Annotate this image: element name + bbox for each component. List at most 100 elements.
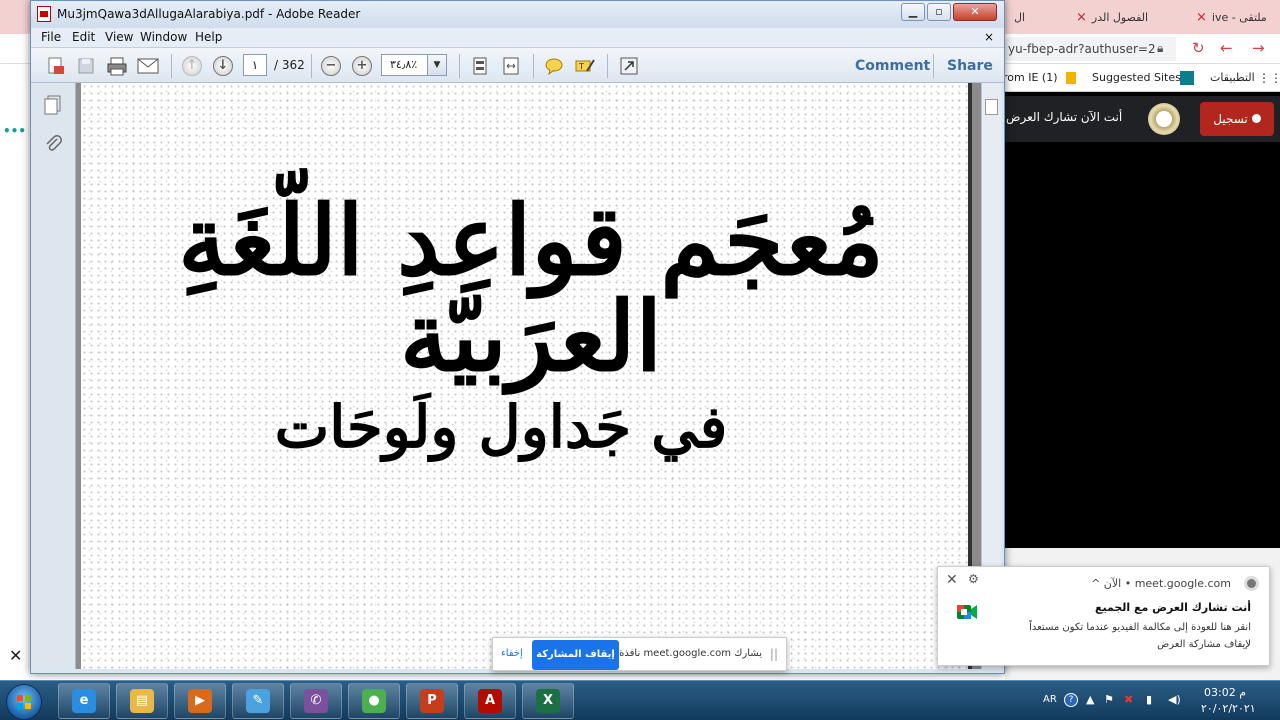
reload-icon[interactable]: ↻ [1192,39,1205,57]
flag-icon[interactable]: ⚑ [1104,693,1118,707]
document-close-button[interactable]: × [984,30,994,44]
forward-arrow-icon[interactable]: → [1252,39,1265,57]
taskbar-app-file-explorer[interactable]: ▤ [116,683,168,719]
hide-button[interactable]: إخفاء [501,648,523,659]
share-pane-button[interactable]: Share [947,58,993,74]
tab-label: الفصول الدر [1091,10,1149,24]
lock-icon: 🔒︎ [1157,41,1164,55]
email-icon[interactable] [136,54,160,78]
taskbar-app-excel[interactable]: X [522,683,574,719]
highlight-text-icon[interactable]: T [573,54,597,78]
close-icon[interactable]: × [1196,10,1207,25]
page-thumbnails-icon[interactable] [44,95,62,118]
help-icon[interactable]: ? [1064,693,1078,707]
internet-explorer-icon: e [72,689,96,713]
folder-icon [1066,72,1076,84]
chrome-tab-1[interactable]: ملتقى - ive × [1190,4,1273,30]
comment-pane-button[interactable]: Comment [855,58,930,74]
presenting-text: أنت الآن تشارك العرض [1006,110,1123,124]
security-icon[interactable]: ✖ [1124,693,1138,707]
left-side-strip: ••• [0,64,32,548]
show-hidden-icons-icon[interactable]: ▲ [1086,693,1100,707]
windows-taskbar: e ▤ ▶ ✎ ✆ ● P A X AR ? ▲ ⚑ ✖ ▮ ◀) م 03:02 ٢٠/٠٢/… [0,680,1280,720]
apps-grid-icon[interactable]: ⋮⋮ [1258,71,1280,85]
navigation-pane [31,83,76,669]
clock-time[interactable]: م 03:02 [1204,686,1246,699]
menu-view[interactable]: View [105,30,133,44]
chevron-down-icon[interactable]: ▼ [427,55,446,75]
page-number-input[interactable]: ١ [243,54,267,76]
pdf-page: مُعجَم قواعِدِ اللّغَةِ العرَبيّة في جَد… [81,83,971,669]
volume-icon[interactable]: ◀) [1168,693,1182,707]
page-total: / 362 [274,58,305,72]
close-icon[interactable]: ✕ [9,646,22,665]
print-icon[interactable] [105,54,129,78]
save-icon[interactable] [74,54,98,78]
zoom-in-icon[interactable]: + [350,54,374,78]
start-button[interactable] [6,684,42,720]
taskbar-app-chrome[interactable]: ● [348,683,400,719]
minimize-button[interactable]: ▁ [901,3,925,21]
previous-page-icon[interactable]: ↑ [180,54,204,78]
fit-page-icon[interactable] [468,54,492,78]
next-page-icon[interactable]: ↓ [211,54,235,78]
gear-icon[interactable]: ⚙ [968,572,979,586]
clock-date[interactable]: ٢٠/٠٢/٢٠٢١ [1201,702,1256,715]
drag-handle-icon[interactable]: || [770,647,778,661]
adobe-reader-window: Mu3jmQawa3dAllugaAlarabiya.pdf - Adobe R… [30,0,1005,674]
address-bar[interactable]: yu-fbep-adr?authuser=2 [1000,37,1176,61]
close-icon[interactable]: × [1076,10,1087,25]
fit-width-icon[interactable] [499,54,523,78]
record-button[interactable]: تسجيل [1200,102,1274,136]
window-title: Mu3jmQawa3dAllugaAlarabiya.pdf - Adobe R… [57,7,361,21]
document-view[interactable]: مُعجَم قواعِدِ اللّغَةِ العرَبيّة في جَد… [76,83,1001,669]
menu-edit[interactable]: Edit [72,30,95,44]
expand-icon[interactable] [617,54,641,78]
bookmark-apps[interactable]: التطبيقات [1210,71,1255,84]
book-title: مُعجَم قواعِدِ اللّغَةِ العرَبيّة [178,184,884,393]
back-arrow-icon[interactable]: ← [1220,39,1233,57]
zoom-out-icon[interactable]: − [319,54,343,78]
bookmark-from-ie[interactable]: rom IE (1) [1003,71,1058,84]
pdf-file-icon [37,6,51,22]
svg-text:T: T [578,62,584,71]
scrollbar-thumb[interactable] [985,99,998,115]
menu-file[interactable]: File [41,30,61,44]
tab-label: ال [1014,10,1026,24]
comment-bubble-icon[interactable] [542,54,566,78]
menu-window[interactable]: Window [140,30,187,44]
network-icon[interactable]: ▮ [1146,693,1160,707]
taskbar-app-acrobat[interactable]: A [464,683,516,719]
bing-icon [1180,71,1194,85]
create-pdf-icon[interactable] [44,54,68,78]
taskbar-app-media-player[interactable]: ▶ [174,683,226,719]
screen-share-bar: || يشارك meet.google.com نافذة إيقاف الم… [492,637,787,671]
taskbar-app-powerpoint[interactable]: P [406,683,458,719]
chrome-icon [1244,576,1259,591]
taskbar-app-paint[interactable]: ✎ [232,683,284,719]
google-meet-icon [957,605,977,619]
bookmark-suggested-sites[interactable]: Suggested Sites [1092,71,1181,84]
attachments-paperclip-icon[interactable] [44,133,62,156]
paint-icon: ✎ [246,689,270,713]
windows-logo-icon [17,695,31,709]
acrobat-icon: A [478,689,502,713]
language-indicator[interactable]: AR [1043,694,1057,705]
excel-icon: X [536,689,560,713]
chrome-tab-3[interactable]: ال [1008,4,1031,30]
meet-notification[interactable]: meet.google.com • الآن ^ ✕ ⚙ أنت تشارك ا… [937,566,1270,666]
notification-title: أنت تشارك العرض مع الجميع [1094,601,1251,614]
menu-help[interactable]: Help [195,30,222,44]
share-status-text: يشارك meet.google.com نافذة [619,648,762,659]
stop-sharing-button[interactable]: إيقاف المشاركة [532,640,619,670]
more-dots-icon[interactable]: ••• [3,124,26,138]
taskbar-app-viber[interactable]: ✆ [290,683,342,719]
chrome-tab-2[interactable]: الفصول الدر × [1070,4,1154,30]
window-close-button[interactable]: ✕ [953,3,997,21]
close-icon[interactable]: ✕ [946,572,958,588]
maximize-button[interactable]: ▫ [927,3,951,21]
viber-icon: ✆ [304,689,328,713]
taskbar-app-internet-explorer[interactable]: e [58,683,110,719]
book-subtitle: في جَداول ولَوحَات [274,393,728,461]
reader-titlebar[interactable]: Mu3jmQawa3dAllugaAlarabiya.pdf - Adobe R… [31,1,1004,28]
